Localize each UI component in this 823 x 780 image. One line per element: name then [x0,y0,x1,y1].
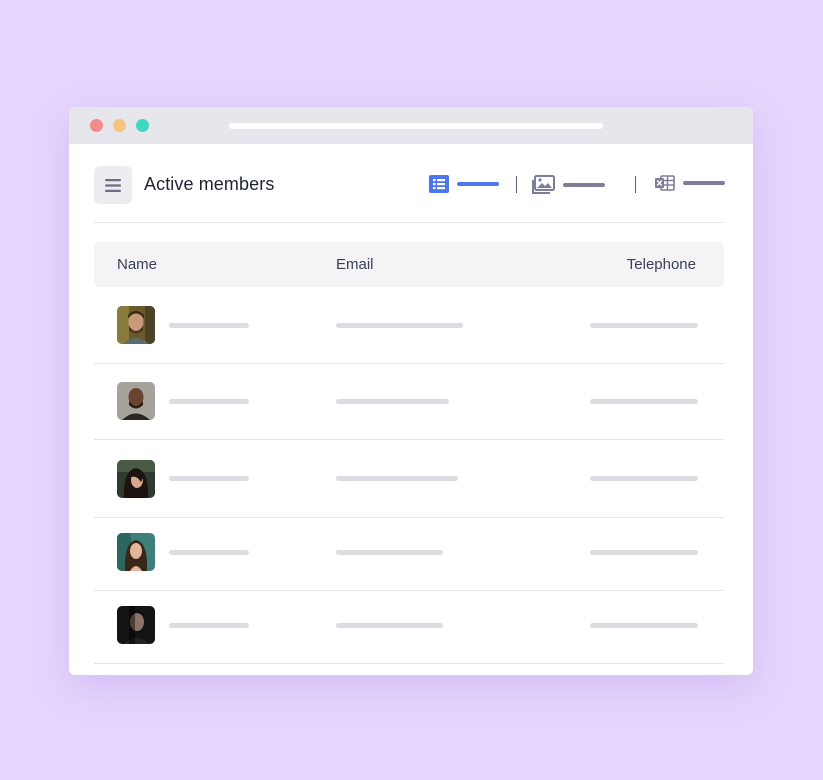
divider [635,176,636,193]
telephone-placeholder [590,476,698,481]
list-view-label-placeholder [457,182,499,186]
telephone-placeholder [590,550,698,555]
gallery-view-button[interactable] [532,175,605,194]
list-icon [429,175,449,193]
close-window-button[interactable] [90,119,103,132]
email-placeholder [336,323,463,328]
table-row[interactable] [94,591,724,664]
email-placeholder [336,476,458,481]
telephone-placeholder [590,623,698,628]
email-placeholder [336,623,443,628]
gallery-view-label-placeholder [563,182,605,187]
column-header-telephone[interactable]: Telephone [627,256,696,273]
avatar [117,533,155,571]
table-row[interactable] [94,364,724,440]
table-row[interactable] [94,518,724,591]
name-placeholder [169,323,249,328]
email-placeholder [336,550,443,555]
minimize-window-button[interactable] [113,119,126,132]
name-placeholder [169,476,249,481]
browser-window: Active members Name Email Telephone [69,107,753,675]
avatar [117,306,155,344]
maximize-window-button[interactable] [136,119,149,132]
divider [516,176,517,193]
column-header-email[interactable]: Email [336,256,374,273]
page-title: Active members [144,174,275,194]
telephone-placeholder [590,323,698,328]
avatar [117,382,155,420]
spreadsheet-icon [655,175,675,191]
address-bar[interactable] [229,123,603,129]
table-header: Name Email Telephone [94,242,724,287]
page-header: Active members [94,144,725,223]
avatar [117,606,155,644]
list-view-button[interactable] [429,175,499,193]
telephone-placeholder [590,399,698,404]
hamburger-menu-icon [105,178,121,192]
image-gallery-icon [532,175,555,194]
column-header-name[interactable]: Name [117,256,157,273]
name-placeholder [169,623,249,628]
spreadsheet-view-label-placeholder [683,181,725,185]
table-row[interactable] [94,440,724,518]
avatar [117,460,155,498]
spreadsheet-view-button[interactable] [655,175,725,191]
name-placeholder [169,399,249,404]
menu-button[interactable] [94,166,132,204]
email-placeholder [336,399,449,404]
name-placeholder [169,550,249,555]
window-titlebar [69,107,753,144]
table-row[interactable] [94,287,724,364]
